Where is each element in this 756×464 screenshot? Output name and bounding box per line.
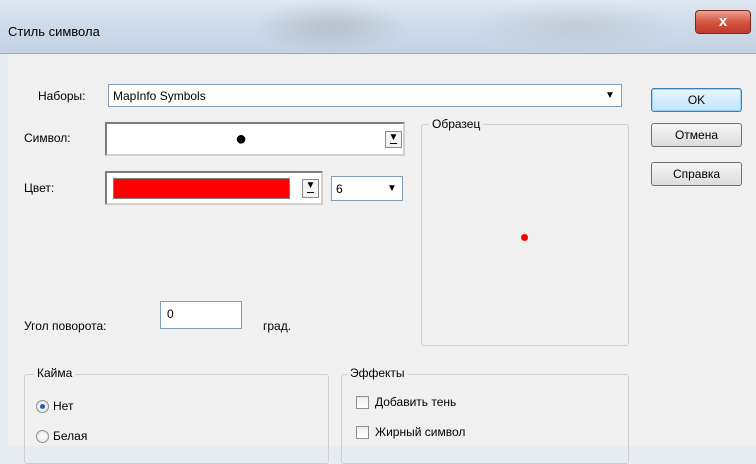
radio-border-none[interactable] bbox=[36, 400, 49, 413]
radio-selected-dot bbox=[40, 404, 45, 409]
sets-label: Наборы: bbox=[38, 89, 86, 103]
sets-dropdown-value: MapInfo Symbols bbox=[113, 89, 206, 103]
window-title: Стиль символа bbox=[8, 24, 100, 39]
size-dropdown-value: 6 bbox=[336, 182, 343, 196]
close-button[interactable]: x bbox=[695, 10, 751, 34]
rotation-label: Угол поворота: bbox=[24, 319, 107, 333]
dialog-client-area: Наборы: MapInfo Symbols ▼ Символ: ● ▼ Цв… bbox=[8, 54, 756, 464]
arrow-down-icon: ▼ bbox=[305, 180, 316, 191]
titlebar-background-decoration bbox=[250, 0, 410, 54]
rotation-input[interactable]: 0 bbox=[160, 301, 242, 329]
preview-title: Образец bbox=[429, 117, 484, 131]
title-bar[interactable] bbox=[0, 0, 756, 54]
radio-border-none-label: Нет bbox=[53, 399, 74, 413]
chevron-down-icon: ▼ bbox=[387, 183, 397, 194]
effects-group bbox=[341, 374, 629, 464]
titlebar-background-decoration bbox=[470, 0, 680, 54]
arrow-down-icon: ▼ bbox=[388, 132, 399, 143]
preview-symbol-dot bbox=[521, 234, 528, 241]
effects-group-title: Эффекты bbox=[347, 366, 408, 380]
color-swatch bbox=[113, 178, 290, 199]
ok-button[interactable]: OK bbox=[651, 88, 742, 112]
checkbox-add-shadow-label: Добавить тень bbox=[375, 395, 457, 409]
size-dropdown[interactable]: 6 ▼ bbox=[331, 176, 403, 201]
border-group bbox=[24, 374, 329, 464]
checkbox-bold-symbol-label: Жирный символ bbox=[375, 425, 466, 439]
symbol-picker[interactable]: ● ▼ bbox=[105, 122, 405, 156]
checkbox-bold-symbol[interactable] bbox=[356, 426, 369, 439]
chevron-down-icon: ▼ bbox=[605, 90, 615, 101]
symbol-preview-glyph: ● bbox=[235, 128, 248, 150]
symbol-dropdown-button[interactable]: ▼ bbox=[385, 131, 402, 148]
rotation-input-value: 0 bbox=[167, 307, 174, 321]
radio-border-white-label: Белая bbox=[53, 429, 88, 443]
checkbox-add-shadow[interactable] bbox=[356, 396, 369, 409]
radio-border-white[interactable] bbox=[36, 430, 49, 443]
help-button[interactable]: Справка bbox=[651, 162, 742, 186]
symbol-label: Символ: bbox=[24, 131, 71, 145]
color-label: Цвет: bbox=[24, 181, 55, 195]
sets-dropdown[interactable]: MapInfo Symbols ▼ bbox=[108, 84, 622, 107]
color-dropdown-button[interactable]: ▼ bbox=[302, 179, 319, 198]
cancel-button[interactable]: Отмена bbox=[651, 123, 742, 147]
color-picker[interactable]: ▼ bbox=[105, 171, 323, 205]
border-group-title: Кайма bbox=[34, 366, 76, 380]
rotation-unit-label: град. bbox=[263, 319, 292, 333]
